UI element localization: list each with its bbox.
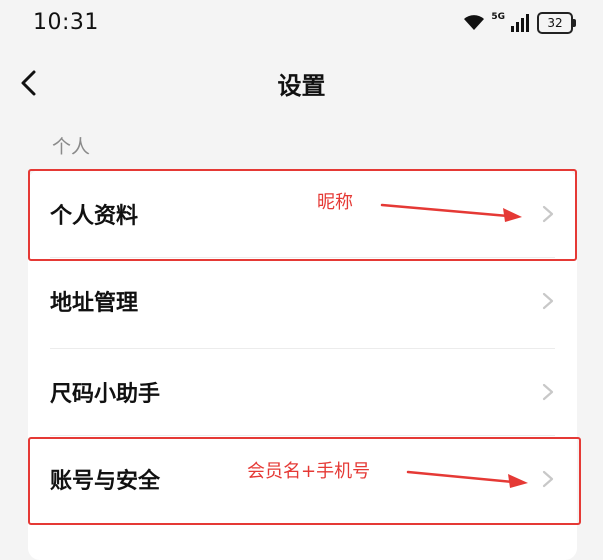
status-time: 10:31 (33, 10, 99, 35)
settings-item-address[interactable]: 地址管理 (28, 257, 577, 344)
settings-card: 个人资料 地址管理 尺码小助手 账号与安全 (28, 170, 577, 560)
battery-level: 32 (547, 16, 563, 30)
settings-item-profile[interactable]: 个人资料 (28, 170, 577, 257)
annotation-profile-note: 昵称 (317, 192, 353, 213)
settings-item-label: 尺码小助手 (50, 381, 161, 407)
network-type-label: 5G (491, 12, 505, 22)
settings-item-label: 地址管理 (50, 290, 139, 316)
annotation-account-note: 会员名+手机号 (247, 461, 371, 482)
chevron-right-icon (542, 205, 554, 222)
page-title: 设置 (277, 72, 326, 100)
wifi-icon (464, 15, 485, 30)
battery-icon: 32 (537, 12, 576, 34)
chevron-right-icon (542, 470, 554, 487)
signal-icon (511, 14, 529, 32)
settings-item-size-helper[interactable]: 尺码小助手 (28, 348, 577, 435)
section-label: 个人 (52, 136, 91, 158)
settings-item-label: 个人资料 (50, 203, 139, 229)
settings-item-label: 账号与安全 (50, 468, 161, 494)
nav-bar: 设置 (0, 48, 603, 118)
status-icons: 5G 32 (463, 12, 576, 34)
status-bar: 10:31 5G 32 (0, 0, 603, 48)
chevron-right-icon (542, 292, 554, 309)
chevron-right-icon (542, 383, 554, 400)
